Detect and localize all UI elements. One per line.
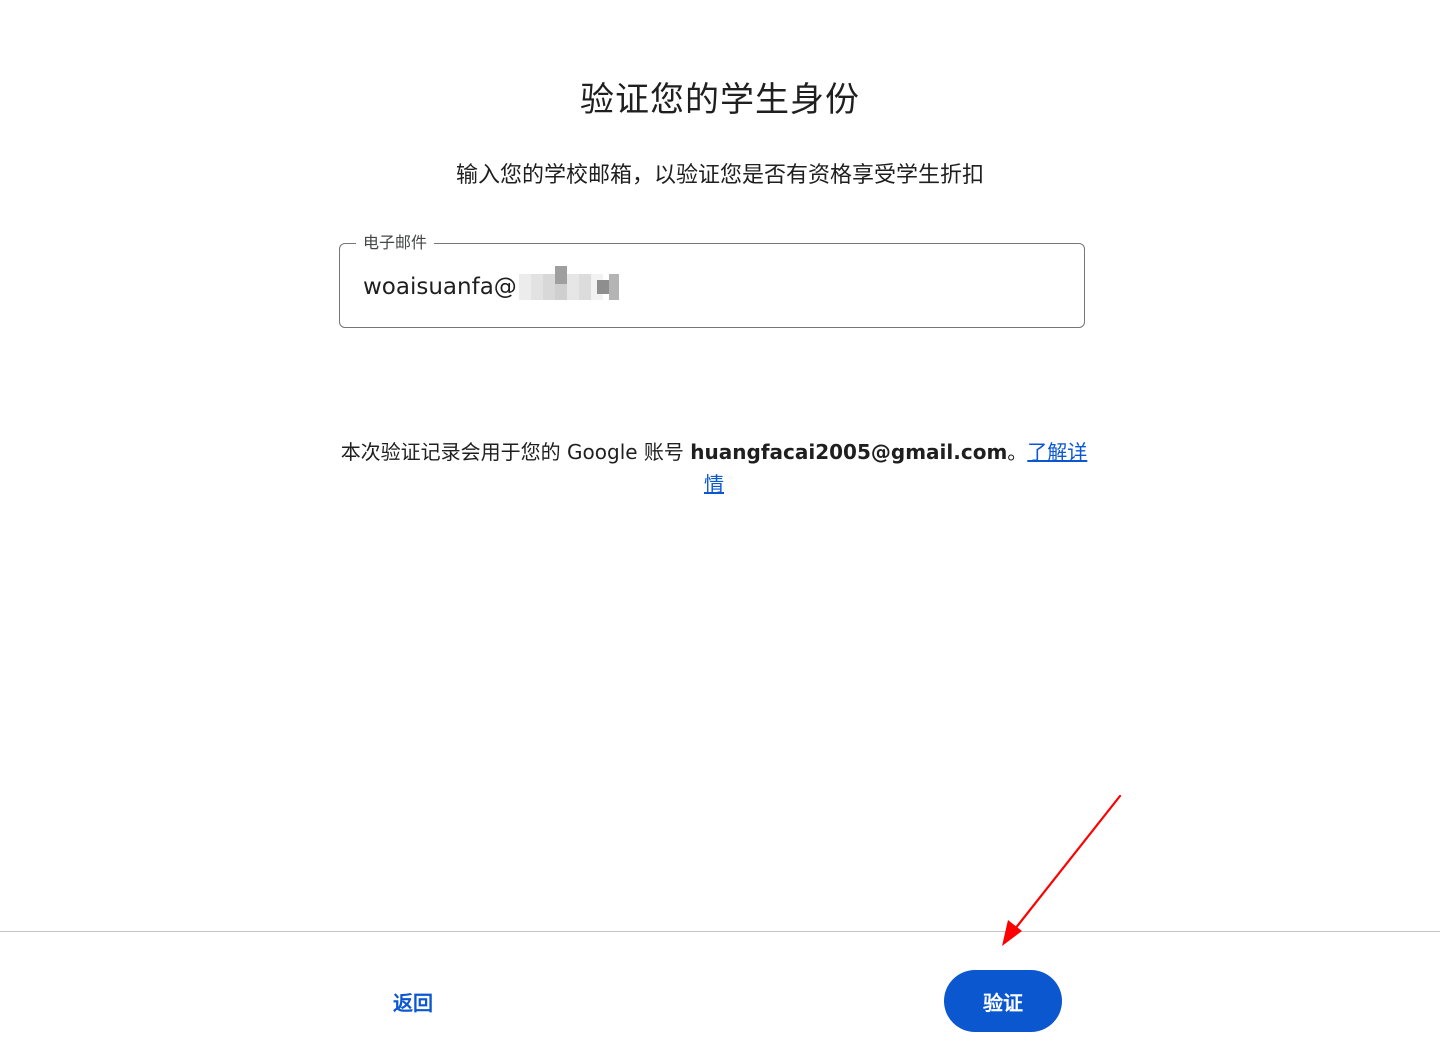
back-button[interactable]: 返回 <box>368 972 458 1030</box>
verify-button[interactable]: 验证 <box>944 970 1062 1032</box>
page-title: 验证您的学生身份 <box>580 80 860 120</box>
verify-student-page: 验证您的学生身份 输入您的学校邮箱，以验证您是否有资格享受学生折扣 电子邮件 w… <box>0 0 1440 1062</box>
email-field[interactable]: 电子邮件 woaisuanfa@ <box>339 232 1085 329</box>
account-info: 本次验证记录会用于您的 Google 账号 huangfacai2005@gma… <box>339 436 1089 500</box>
page-subtitle: 输入您的学校邮箱，以验证您是否有资格享受学生折扣 <box>455 163 984 188</box>
account-info-suffix: 。 <box>1007 440 1028 464</box>
footer-divider <box>0 931 1440 932</box>
account-info-prefix: 本次验证记录会用于您的 Google 账号 <box>340 440 691 464</box>
redacted-email-domain <box>518 265 619 300</box>
email-value-text: woaisuanfa@ <box>363 273 517 300</box>
account-email: huangfacai2005@gmail.com <box>690 440 1008 464</box>
email-input[interactable]: woaisuanfa@ <box>363 244 619 329</box>
